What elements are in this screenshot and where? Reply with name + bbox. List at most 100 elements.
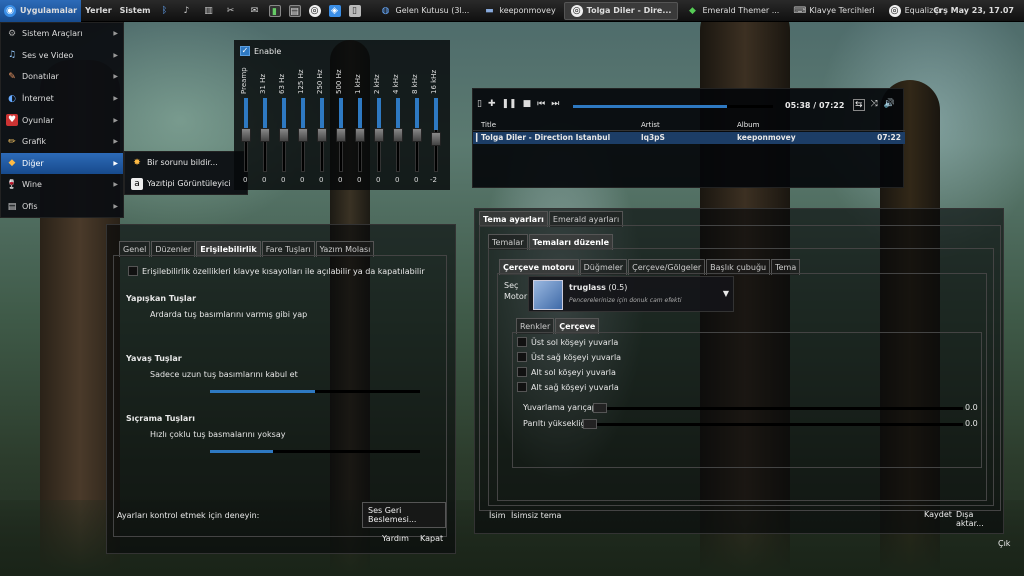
previous-icon[interactable]: ⏮ [537, 99, 545, 109]
task-mail[interactable]: ◍ Gelen Kutusu (3l... [374, 2, 476, 20]
submenu-item-font-viewer[interactable]: a Yazıtipi Görüntüleyici [125, 173, 247, 194]
menu-item-graphics[interactable]: ✏ Grafik ▶ [1, 131, 123, 153]
task-keyboard[interactable]: ⌨ Klavye Tercihleri [787, 2, 880, 20]
top-panel: ◉ Uygulamalar Yerler Sistem ᛒ ♪ ▥ ✂ ✉ ▮ … [0, 0, 1024, 22]
eq-band-value: 0 [414, 176, 419, 184]
player-controls: ▯ ✚ ❚❚ ■ ⏮ ⏭ [477, 99, 559, 109]
next-icon[interactable]: ⏭ [551, 99, 559, 109]
eq-slider-thumb[interactable] [260, 128, 270, 142]
corner-option[interactable]: Üst sağ köşeyi yuvarla [517, 352, 621, 362]
menu-item-accessories[interactable]: ✎ Donatılar ▶ [1, 66, 123, 88]
task-player[interactable]: ◎ Tolga Diler - Dire... [563, 1, 679, 20]
enable-checkbox[interactable]: ✓ [240, 46, 250, 56]
add-icon[interactable]: ✚ [488, 99, 496, 109]
menu-item-sound-video[interactable]: ♫ Ses ve Video ▶ [1, 45, 123, 67]
trash-icon[interactable]: ▯ [348, 4, 361, 17]
help-button[interactable]: Yardım [377, 531, 414, 546]
menu-item-other[interactable]: ◆ Diğer ▶ [1, 152, 123, 175]
quit-button[interactable]: Çık [993, 536, 1015, 551]
menu-item-internet[interactable]: ◐ İnternet ▶ [1, 88, 123, 110]
corner-option[interactable]: Alt sağ köşeyi yuvarla [517, 382, 619, 392]
menu-item-office[interactable]: ▤ Ofis ▶ [1, 196, 123, 218]
menu-item-games[interactable]: ♥ Oyunlar ▶ [1, 109, 123, 131]
glow-slider-thumb[interactable] [583, 419, 597, 429]
radius-slider[interactable] [593, 403, 963, 413]
eq-band-value: 0 [262, 176, 267, 184]
clock[interactable]: Çrş May 23, 17.07 [929, 0, 1018, 22]
column-album[interactable]: Album [737, 121, 759, 129]
eq-slider-thumb[interactable] [412, 128, 422, 142]
accessibility-shortcut-checkbox[interactable] [128, 266, 138, 276]
app-icon[interactable]: ◎ [308, 4, 321, 17]
name-input[interactable]: İsimsiz tema [511, 511, 561, 520]
menu-item-system-tools[interactable]: ⚙ Sistem Araçları ▶ [1, 23, 123, 45]
seek-bar-fill [573, 105, 727, 108]
eq-slider-thumb[interactable] [317, 128, 327, 142]
player-right-controls: ⇆ ⤨ 🔊 [853, 99, 895, 111]
slow-keys-slider-fill [210, 390, 315, 393]
places-menu[interactable]: Yerler [81, 0, 116, 22]
files-icon[interactable]: ▥ [203, 5, 215, 17]
task-folder[interactable]: ▬ keeponmovey [477, 2, 561, 20]
corner-option-checkbox[interactable] [517, 382, 527, 392]
eq-slider-thumb[interactable] [431, 132, 441, 146]
volume-icon[interactable]: 🔊 [884, 99, 895, 111]
emerald-icon: ◆ [689, 5, 696, 16]
eq-slider-thumb[interactable] [241, 128, 251, 142]
eq-slider-thumb[interactable] [374, 128, 384, 142]
eq-slider-thumb[interactable] [355, 128, 365, 142]
corner-option-checkbox[interactable] [517, 367, 527, 377]
test-input[interactable] [113, 521, 447, 529]
corner-option-checkbox[interactable] [517, 337, 527, 347]
monitor-icon[interactable]: ▤ [288, 4, 301, 17]
eq-band-label: 16 kHz [430, 69, 438, 94]
accessibility-shortcut-option[interactable]: Erişilebilirlik özellikleri klavye kısay… [128, 266, 425, 276]
eq-band: 2 kHz 0 [373, 64, 387, 204]
enable-toggle[interactable]: ✓ Enable [240, 46, 281, 56]
clipboard-icon[interactable]: ✂ [225, 5, 237, 17]
system-menu[interactable]: Sistem [116, 0, 155, 22]
eq-band-label: 1 kHz [354, 74, 362, 94]
shuffle-icon[interactable]: ⤨ [871, 99, 878, 111]
bounce-keys-slider[interactable] [210, 450, 420, 453]
seek-bar[interactable] [573, 105, 773, 108]
close-button[interactable]: Kapat [415, 531, 448, 546]
slow-keys-slider[interactable] [210, 390, 420, 393]
corner-option-checkbox[interactable] [517, 352, 527, 362]
bounce-keys-heading: Sıçrama Tuşları [126, 414, 195, 423]
applications-menu[interactable]: ◉ Uygulamalar [0, 0, 82, 22]
eq-slider-thumb[interactable] [298, 128, 308, 142]
submenu-item-report-bug[interactable]: ✸ Bir sorunu bildir... [125, 152, 247, 173]
terminal-icon[interactable]: ▮ [268, 4, 281, 17]
column-title[interactable]: Title [481, 121, 496, 129]
glow-slider[interactable] [583, 419, 963, 429]
mail-icon[interactable]: ✉ [249, 5, 261, 17]
equalizer-window: ✓ Enable Preamp 0 31 Hz 0 63 Hz 0 125 Hz 0 250 H… [234, 40, 450, 190]
enable-label: Enable [254, 46, 282, 56]
engine-selector[interactable]: truglass (0.5) Pencerelerinize için donu… [528, 276, 734, 312]
task-emerald[interactable]: ◆ Emerald Themer ... [680, 2, 785, 20]
browser-icon[interactable]: ◈ [328, 4, 341, 17]
eq-band-value: 0 [243, 176, 248, 184]
column-artist[interactable]: Artist [641, 121, 660, 129]
corner-option[interactable]: Alt sol köşeyi yuvarla [517, 367, 616, 377]
eq-slider-thumb[interactable] [336, 128, 346, 142]
kb-tab-page: Erişilebilirlik özellikleri klavye kısay… [113, 255, 447, 537]
font-viewer-icon: a [131, 177, 143, 190]
menu-item-wine[interactable]: 🍷 Wine ▶ [1, 174, 123, 196]
slow-keys-heading: Yavaş Tuşlar [126, 354, 182, 363]
library-icon[interactable]: ▯ [477, 99, 482, 109]
eq-band-value: 0 [300, 176, 305, 184]
playlist-row[interactable]: ▎ Tolga Diler - Direction Istanbul lq3pS… [473, 132, 905, 144]
bluetooth-icon[interactable]: ᛒ [159, 5, 171, 17]
eq-band: 500 Hz 0 [335, 64, 349, 204]
eq-slider-thumb[interactable] [279, 128, 289, 142]
eq-slider-thumb[interactable] [393, 128, 403, 142]
corner-option[interactable]: Üst sol köşeyi yuvarla [517, 337, 618, 347]
export-button[interactable]: Dışa aktar... [951, 507, 1003, 531]
radius-slider-thumb[interactable] [593, 403, 607, 413]
repeat-icon[interactable]: ⇆ [853, 99, 865, 111]
audio-icon[interactable]: ♪ [181, 5, 193, 17]
stop-icon[interactable]: ■ [523, 99, 532, 109]
pause-icon[interactable]: ❚❚ [502, 99, 517, 109]
